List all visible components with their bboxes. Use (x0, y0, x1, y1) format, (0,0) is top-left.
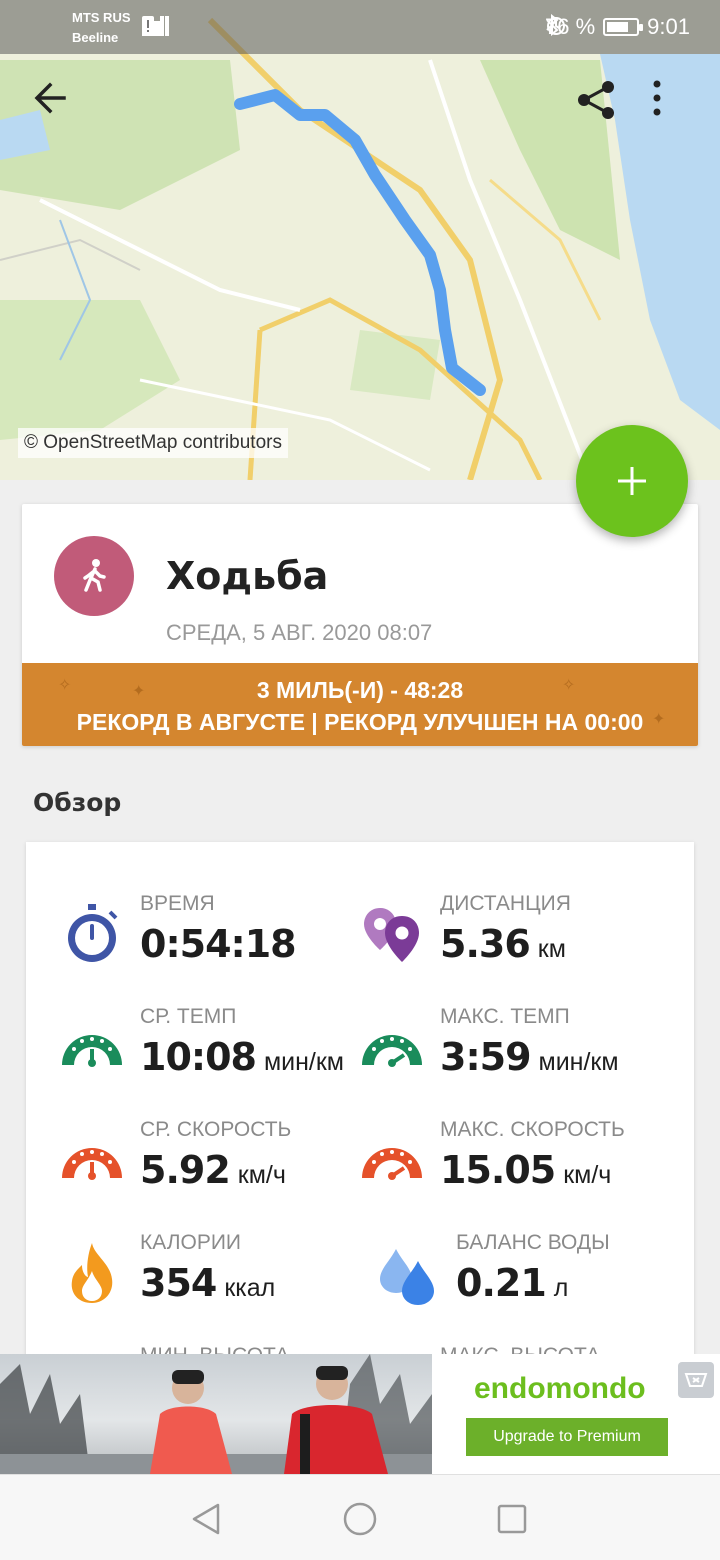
share-icon (578, 81, 614, 119)
stat-value: 10:08 мин/км (140, 1035, 344, 1079)
max-pace-gauge-icon (362, 1035, 422, 1067)
bluetooth-icon (546, 14, 559, 36)
more-vert-icon (653, 80, 661, 116)
ad-close-button[interactable] (678, 1362, 714, 1398)
stat-label: МАКС. СКОРОСТЬ (440, 1118, 625, 1141)
battery-fill (607, 22, 629, 32)
carrier-names: MTS RUS Beeline (72, 8, 131, 48)
stat-avg-pace: СР. ТЕМП 10:08 мин/км (60, 1005, 380, 1095)
sport-avatar (54, 536, 134, 616)
stat-value: 354 ккал (140, 1261, 276, 1305)
nav-recents-button[interactable] (492, 1499, 532, 1539)
ad-close-icon (684, 1373, 708, 1387)
ad-runners-image (0, 1354, 432, 1474)
overview-title: Обзор (33, 788, 122, 817)
add-button[interactable] (576, 425, 688, 537)
system-nav-bar (0, 1474, 720, 1560)
back-button[interactable] (30, 78, 82, 130)
stat-label: КАЛОРИИ (140, 1231, 242, 1254)
stat-value: 15.05 км/ч (440, 1148, 612, 1192)
stat-avg-speed: СР. СКОРОСТЬ 5.92 км/ч (60, 1118, 380, 1208)
stopwatch-icon (68, 904, 118, 962)
nav-home-button[interactable] (340, 1499, 380, 1539)
carrier-2: Beeline (72, 30, 119, 45)
stat-max-speed: МАКС. СКОРОСТЬ 15.05 км/ч (360, 1118, 680, 1208)
stat-value: 0:54:18 (140, 922, 297, 966)
map-attribution[interactable]: © OpenStreetMap contributors (18, 428, 288, 458)
workout-header-card: Ходьба СРЕДА, 5 АВГ. 2020 08:07 ✧ ✦ ✧ ✦ … (22, 504, 698, 746)
ad-brand-logo: endomondo (474, 1372, 646, 1405)
battery-icon (603, 18, 644, 36)
upgrade-premium-button[interactable]: Upgrade to Premium (466, 1418, 668, 1456)
stat-value: 3:59 мин/км (440, 1035, 619, 1079)
record-distance-time: 3 МИЛЬ(-И) - 48:28 (256, 677, 464, 703)
status-right: 76 % 9:01 (545, 14, 690, 40)
status-bar: MTS RUS Beeline 76 % 9:01 (0, 0, 720, 54)
stat-max-pace: МАКС. ТЕМП 3:59 мин/км (360, 1005, 680, 1095)
workout-date: СРЕДА, 5 АВГ. 2020 08:07 (166, 620, 433, 645)
record-description: РЕКОРД В АВГУСТЕ | РЕКОРД УЛУЧШЕН НА 00:… (76, 709, 644, 735)
map-pins-icon (364, 908, 419, 962)
nav-back-button[interactable] (186, 1499, 226, 1539)
walking-icon (83, 559, 106, 592)
flame-icon (71, 1243, 113, 1303)
route-map[interactable]: MTS RUS Beeline 76 % 9:01 © OpenStreetMa… (0, 0, 720, 480)
plus-icon (618, 467, 646, 495)
map-tiles (0, 0, 720, 480)
stat-label: МАКС. ТЕМП (440, 1005, 570, 1028)
arrow-left-icon (34, 82, 66, 114)
water-drops-icon (380, 1249, 434, 1305)
stat-distance: ДИСТАНЦИЯ 5.36 км (360, 892, 680, 982)
max-speed-gauge-icon (362, 1148, 422, 1180)
record-banner[interactable]: ✧ ✦ ✧ ✦ 3 МИЛЬ(-И) - 48:28 РЕКОРД В АВГУ… (22, 663, 698, 746)
overview-stats-card: ВРЕМЯ 0:54:18 ДИСТАНЦИЯ 5.36 км СР. ТЕМП … (26, 842, 694, 1362)
alert-icon (142, 16, 154, 36)
stat-label: СР. СКОРОСТЬ (140, 1118, 292, 1141)
ad-photo (0, 1354, 432, 1474)
sport-title: Ходьба (166, 554, 329, 598)
ad-banner[interactable]: endomondo Upgrade to Premium (0, 1354, 720, 1474)
share-button[interactable] (574, 78, 626, 130)
stat-calories: КАЛОРИИ 354 ккал (60, 1231, 380, 1321)
stat-value: 0.21 л (456, 1261, 569, 1305)
stat-label: СР. ТЕМП (140, 1005, 237, 1028)
avg-speed-gauge-icon (62, 1148, 122, 1180)
stat-duration: ВРЕМЯ 0:54:18 (60, 892, 380, 982)
nav-home-icon (343, 1502, 377, 1536)
stat-value: 5.36 км (440, 922, 566, 966)
nav-recents-icon (497, 1504, 527, 1534)
avg-pace-gauge-icon (62, 1035, 122, 1067)
clock: 9:01 (647, 14, 690, 39)
nav-back-icon (192, 1503, 220, 1535)
carrier-1: MTS RUS (72, 10, 131, 25)
stat-value: 5.92 км/ч (140, 1148, 286, 1192)
stat-label: ДИСТАНЦИЯ (440, 892, 571, 915)
stat-label: ВРЕМЯ (140, 892, 215, 915)
stat-label: БАЛАНС ВОДЫ (456, 1231, 610, 1254)
more-button[interactable] (650, 78, 702, 130)
stat-water: БАЛАНС ВОДЫ 0.21 л (376, 1231, 694, 1321)
